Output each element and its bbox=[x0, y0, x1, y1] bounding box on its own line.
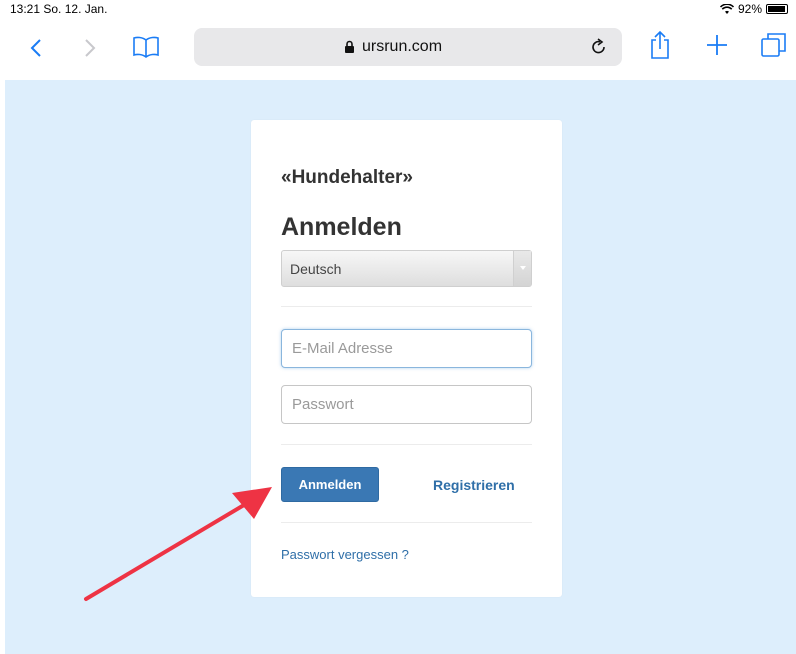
annotation-arrow bbox=[84, 487, 272, 601]
